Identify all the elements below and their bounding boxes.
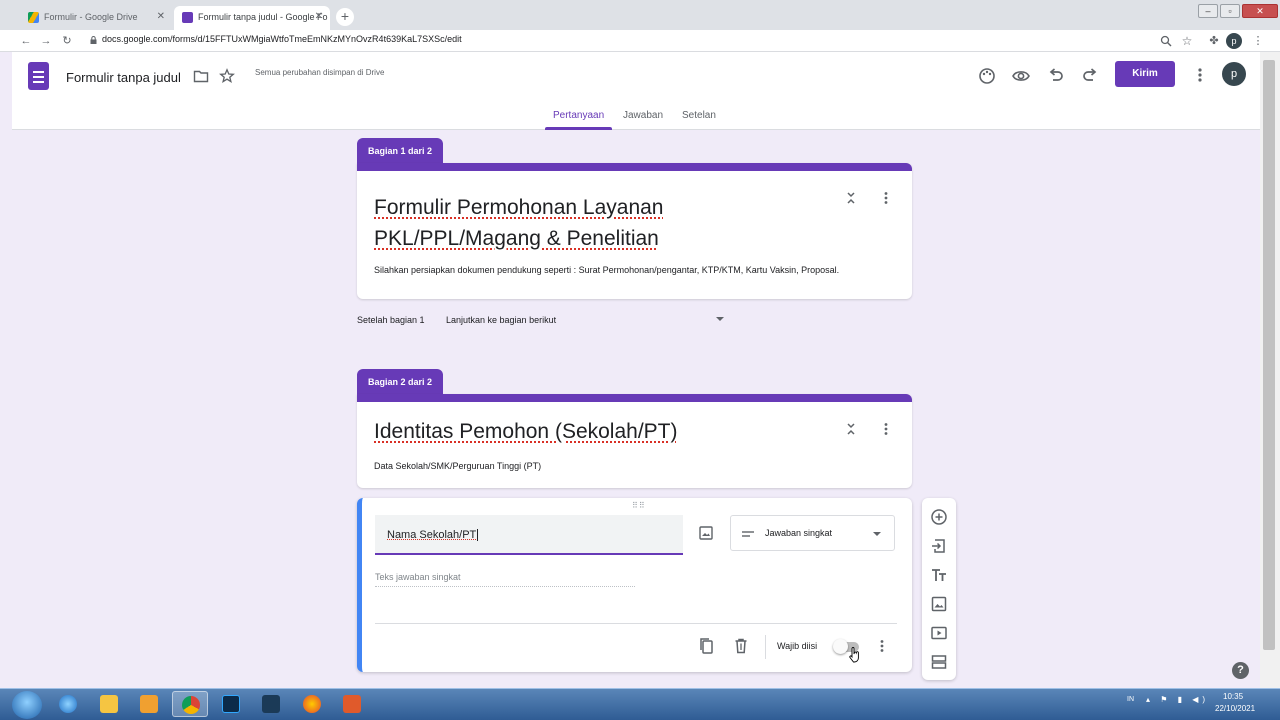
section-description[interactable]: Data Sekolah/SMK/Perguruan Tinggi (PT) bbox=[374, 460, 541, 472]
active-tab-indicator bbox=[545, 127, 612, 130]
delete-icon[interactable] bbox=[733, 637, 749, 655]
bookmark-star-icon[interactable]: ☆ bbox=[1179, 33, 1195, 49]
more-vert-icon[interactable] bbox=[880, 190, 892, 206]
clock-time[interactable]: 10:35 bbox=[1223, 692, 1243, 701]
tab-responses[interactable]: Jawaban bbox=[623, 110, 663, 121]
help-icon[interactable]: ? bbox=[1232, 662, 1249, 679]
forward-icon[interactable]: → bbox=[38, 33, 54, 49]
browser-tab-drive[interactable]: Formulir - Google Drive ✕ bbox=[20, 6, 172, 30]
new-tab-button[interactable]: + bbox=[336, 8, 354, 26]
collapse-icon[interactable] bbox=[845, 190, 857, 206]
folder-icon[interactable] bbox=[193, 68, 209, 84]
section-badge: Bagian 1 dari 2 bbox=[357, 138, 444, 164]
more-vert-icon[interactable] bbox=[880, 421, 892, 437]
after-section-value: Lanjutkan ke bagian berikut bbox=[446, 315, 557, 325]
question-type-select[interactable]: Jawaban singkat bbox=[730, 515, 895, 551]
add-question-icon[interactable] bbox=[930, 508, 948, 526]
hand-cursor-icon bbox=[849, 647, 859, 663]
question-title-input[interactable]: Nama Sekolah/PT bbox=[375, 515, 683, 555]
tab-settings[interactable]: Setelan bbox=[682, 110, 716, 121]
upload-app-icon[interactable] bbox=[253, 691, 289, 717]
section-header-card[interactable]: Identitas Pemohon (Sekolah/PT) Data Seko… bbox=[357, 394, 912, 488]
address-bar: ← → ↻ docs.google.com/forms/d/15FFTUxWMg… bbox=[0, 30, 1280, 52]
minimize-button[interactable]: – bbox=[1198, 4, 1218, 18]
required-label: Wajib diisi bbox=[777, 641, 818, 651]
browser-tab-strip: Formulir - Google Drive ✕ Formulir tanpa… bbox=[0, 0, 1280, 30]
after-section-select[interactable]: Lanjutkan ke bagian berikut bbox=[446, 315, 730, 325]
clock-date[interactable]: 22/10/2021 bbox=[1215, 704, 1255, 713]
collapse-icon[interactable] bbox=[845, 421, 857, 437]
windows-taskbar: IN ▴ ⚑ ▮ ◀) 10:35 22/10/2021 bbox=[0, 688, 1280, 720]
add-image-icon[interactable] bbox=[698, 525, 714, 541]
photoshop-icon[interactable] bbox=[213, 691, 249, 717]
preview-eye-icon[interactable] bbox=[1011, 66, 1031, 86]
short-answer-placeholder: Teks jawaban singkat bbox=[375, 572, 635, 587]
divider bbox=[375, 623, 897, 624]
section-title[interactable]: Identitas Pemohon (Sekolah/PT) bbox=[374, 416, 678, 447]
redo-icon[interactable] bbox=[1080, 66, 1100, 86]
media-player-icon[interactable] bbox=[131, 691, 167, 717]
section-header-card[interactable]: Formulir Permohonan Layanan PKL/PPL/Maga… bbox=[357, 163, 912, 299]
browser-menu-icon[interactable]: ⋮ bbox=[1250, 33, 1266, 49]
close-icon[interactable]: ✕ bbox=[157, 6, 165, 28]
window-close-button[interactable]: ✕ bbox=[1242, 4, 1278, 18]
more-vert-icon[interactable] bbox=[876, 638, 888, 654]
reload-icon[interactable]: ↻ bbox=[59, 33, 75, 49]
system-tray-icons[interactable]: ▴ ⚑ ▮ ◀) bbox=[1146, 695, 1209, 704]
section-badge: Bagian 2 dari 2 bbox=[357, 369, 444, 395]
short-answer-icon bbox=[742, 531, 754, 537]
browser-tab-forms[interactable]: Formulir tanpa judul - Google Fo ✕ bbox=[174, 6, 330, 30]
maximize-button[interactable]: ▫ bbox=[1220, 4, 1240, 18]
undo-icon[interactable] bbox=[1046, 66, 1066, 86]
internet-explorer-icon[interactable] bbox=[50, 691, 86, 717]
section-title-line2[interactable]: PKL/PPL/Magang & Penelitian bbox=[374, 223, 659, 254]
file-explorer-icon[interactable] bbox=[91, 691, 127, 717]
scrollbar-thumb[interactable] bbox=[1263, 60, 1275, 650]
zoom-icon[interactable] bbox=[1160, 35, 1172, 47]
question-card[interactable]: ⠿⠿ Nama Sekolah/PT Jawaban singkat Teks … bbox=[357, 498, 912, 672]
after-section-label: Setelah bagian 1 bbox=[357, 315, 425, 325]
profile-avatar[interactable]: p bbox=[1226, 33, 1242, 49]
floating-toolbar bbox=[922, 498, 956, 680]
language-indicator[interactable]: IN bbox=[1127, 696, 1134, 703]
document-title[interactable]: Formulir tanpa judul bbox=[66, 70, 181, 85]
presentation-app-icon[interactable] bbox=[334, 691, 370, 717]
more-options-icon[interactable] bbox=[1190, 65, 1210, 85]
windows-start-icon[interactable] bbox=[12, 691, 42, 719]
browser-tab-title: Formulir tanpa judul - Google Fo bbox=[198, 12, 328, 22]
add-title-icon[interactable] bbox=[930, 566, 948, 584]
add-section-icon[interactable] bbox=[930, 653, 948, 671]
url-input[interactable]: docs.google.com/forms/d/15FFTUxWMgiaWtfo… bbox=[102, 34, 462, 44]
tab-questions[interactable]: Pertanyaan bbox=[553, 110, 604, 121]
google-forms-logo-icon[interactable] bbox=[28, 62, 49, 90]
browser-tab-title: Formulir - Google Drive bbox=[44, 12, 138, 22]
chevron-down-icon bbox=[873, 532, 881, 536]
chrome-icon[interactable] bbox=[172, 691, 208, 717]
divider bbox=[765, 635, 766, 659]
toggle-knob bbox=[833, 639, 848, 654]
section-title-line1[interactable]: Formulir Permohonan Layanan bbox=[374, 192, 664, 223]
question-title-text: Nama Sekolah/PT bbox=[387, 529, 477, 541]
google-forms-icon bbox=[182, 12, 193, 23]
duplicate-icon[interactable] bbox=[698, 637, 714, 655]
import-questions-icon[interactable] bbox=[930, 537, 948, 555]
send-button[interactable]: Kirim bbox=[1115, 61, 1175, 87]
firefox-icon[interactable] bbox=[294, 691, 330, 717]
account-avatar[interactable]: p bbox=[1222, 62, 1246, 86]
forms-header: Formulir tanpa judul Semua perubahan dis… bbox=[12, 52, 1260, 130]
google-drive-icon bbox=[28, 12, 39, 23]
drag-handle-icon[interactable]: ⠿⠿ bbox=[632, 501, 646, 510]
palette-icon[interactable] bbox=[977, 66, 997, 86]
extensions-icon[interactable]: ✤ bbox=[1206, 33, 1222, 49]
close-icon[interactable]: ✕ bbox=[315, 6, 323, 28]
section-description[interactable]: Silahkan persiapkan dokumen pendukung se… bbox=[374, 264, 884, 276]
lock-icon bbox=[90, 36, 97, 44]
save-status: Semua perubahan disimpan di Drive bbox=[255, 68, 385, 77]
chevron-down-icon bbox=[716, 317, 724, 321]
question-type-label: Jawaban singkat bbox=[765, 528, 833, 538]
star-icon[interactable] bbox=[219, 68, 235, 84]
add-image-icon[interactable] bbox=[930, 595, 948, 613]
add-video-icon[interactable] bbox=[930, 624, 948, 642]
back-icon[interactable]: ← bbox=[18, 33, 34, 49]
